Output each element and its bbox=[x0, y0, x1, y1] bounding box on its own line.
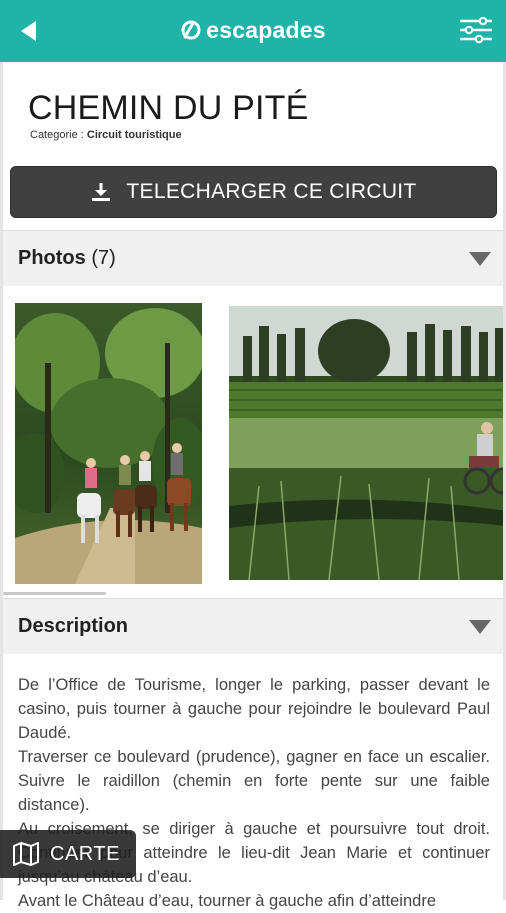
download-circuit-button[interactable]: TELECHARGER CE CIRCUIT bbox=[10, 166, 497, 218]
gallery-scrollbar[interactable] bbox=[3, 592, 106, 595]
filter-button[interactable] bbox=[458, 14, 494, 46]
app-header: escapades bbox=[0, 0, 506, 62]
triangle-down-icon[interactable] bbox=[469, 619, 491, 634]
photo-horse-riders[interactable] bbox=[15, 303, 202, 584]
description-section-header[interactable]: Description bbox=[3, 598, 503, 654]
description-section-title: Description bbox=[18, 615, 128, 638]
map-button[interactable]: CARTE bbox=[0, 830, 136, 878]
sliders-icon bbox=[460, 16, 492, 44]
category-value: Circuit touristique bbox=[86, 129, 182, 141]
app-logo: escapades bbox=[0, 14, 506, 46]
logo-text: escapades bbox=[206, 16, 326, 43]
map-button-label: CARTE bbox=[50, 842, 120, 865]
download-label: TELECHARGER CE CIRCUIT bbox=[126, 180, 417, 203]
description-title: Description bbox=[18, 615, 129, 637]
download-icon bbox=[92, 183, 111, 201]
category-label: Categorie : bbox=[30, 129, 84, 141]
description-paragraph: Traverser ce boulevard (prudence), gagne… bbox=[18, 748, 490, 814]
photo-vineyard[interactable] bbox=[229, 306, 503, 580]
photos-count: (7) bbox=[91, 247, 116, 269]
photos-title: Photos bbox=[18, 247, 86, 269]
circuit-title: CHEMIN DU PITÉ bbox=[28, 89, 309, 127]
triangle-down-icon[interactable] bbox=[469, 251, 491, 266]
circuit-category: Categorie : Circuit touristique bbox=[30, 129, 182, 141]
description-paragraph: De l’Office de Tourisme, longer le parki… bbox=[18, 676, 490, 742]
logo-mark-icon bbox=[181, 20, 201, 40]
description-paragraph: Avant le Château d’eau, tourner à gauche… bbox=[18, 892, 436, 910]
map-icon bbox=[13, 842, 39, 866]
photo-gallery[interactable] bbox=[3, 288, 503, 596]
photos-section-title: Photos (7) bbox=[18, 247, 116, 270]
photos-section-header[interactable]: Photos (7) bbox=[3, 230, 503, 286]
